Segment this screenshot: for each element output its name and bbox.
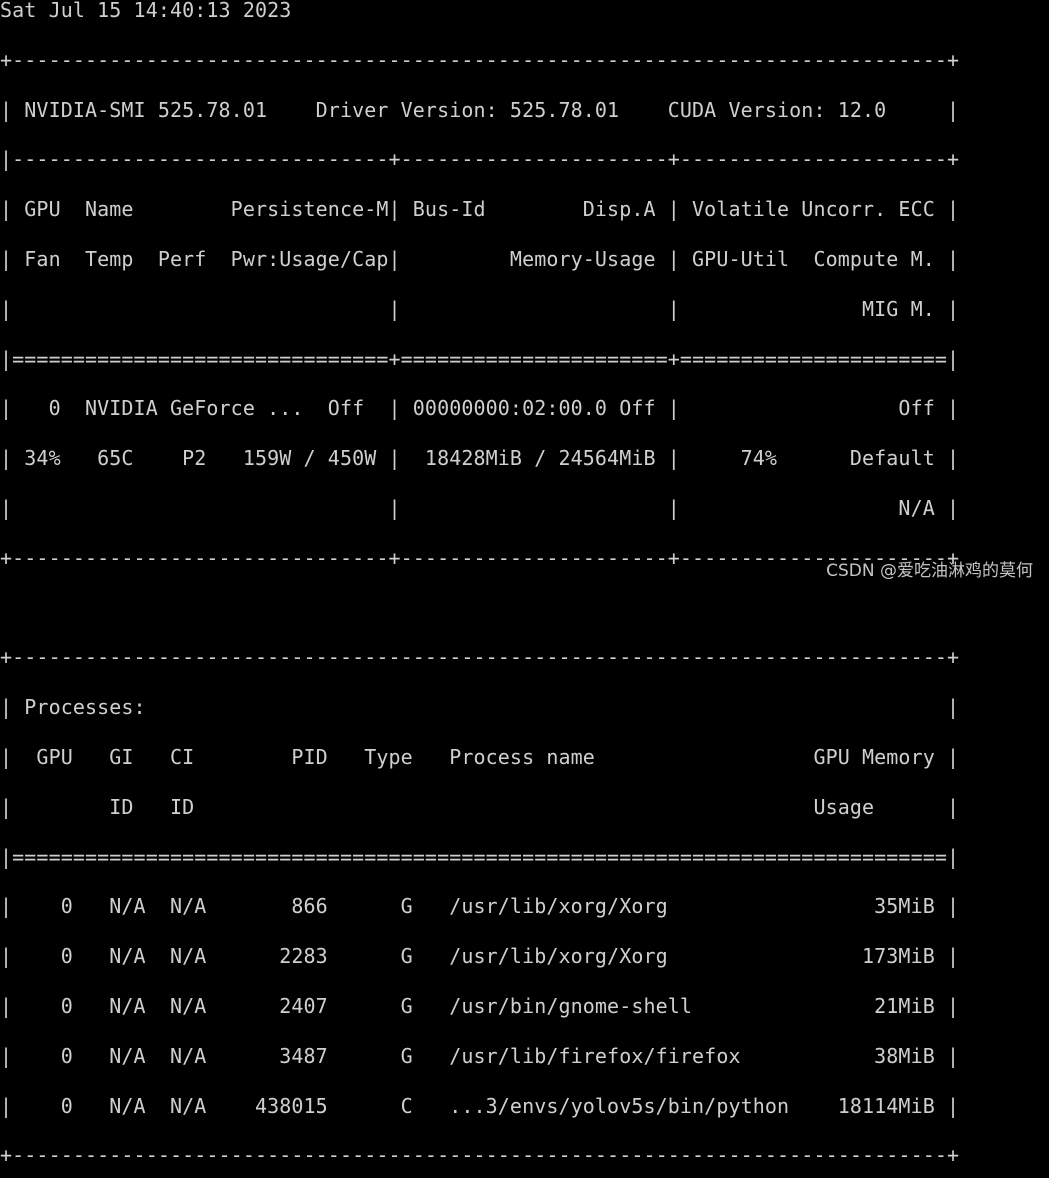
process-row: | 0 N/A N/A 438015 C ...3/envs/yolov5s/b…: [0, 1093, 960, 1118]
gpu-header-row-3: | | | MIG M. |: [0, 296, 960, 321]
gpu-row-3: | | | N/A |: [0, 495, 960, 520]
process-row: | 0 N/A N/A 866 G /usr/lib/xorg/Xorg 35M…: [0, 894, 960, 919]
smi-version-line: | NVIDIA-SMI 525.78.01 Driver Version: 5…: [0, 97, 960, 122]
processes-title: | Processes: |: [0, 695, 960, 720]
process-row: | 0 N/A N/A 2407 G /usr/bin/gnome-shell …: [0, 993, 960, 1018]
gpu-table-border-bottom: +-------------------------------+-------…: [0, 545, 960, 570]
timestamp-line: Sat Jul 15 14:40:13 2023: [0, 0, 292, 22]
table-divider: |-------------------------------+-------…: [0, 147, 960, 172]
gpu-header-row-2: | Fan Temp Perf Pwr:Usage/Cap| Memory-Us…: [0, 246, 960, 271]
processes-border-bottom: +---------------------------------------…: [0, 1143, 960, 1168]
gpu-row-1: | 0 NVIDIA GeForce ... Off | 00000000:02…: [0, 396, 960, 421]
processes-header-row-1: | GPU GI CI PID Type Process name GPU Me…: [0, 744, 960, 769]
gpu-header-separator: |===============================+=======…: [0, 346, 960, 371]
process-row: | 0 N/A N/A 3487 G /usr/lib/firefox/fire…: [0, 1043, 960, 1068]
processes-header-row-2: | ID ID Usage |: [0, 794, 960, 819]
csdn-watermark: CSDN @爱吃油淋鸡的莫何: [826, 561, 1033, 581]
process-row: | 0 N/A N/A 2283 G /usr/lib/xorg/Xorg 17…: [0, 944, 960, 969]
gpu-row-2: | 34% 65C P2 159W / 450W | 18428MiB / 24…: [0, 446, 960, 471]
processes-header-separator: |=======================================…: [0, 844, 960, 869]
terminal-output: Sat Jul 15 14:40:13 2023 +--------------…: [0, 0, 959, 1178]
processes-border-top: +---------------------------------------…: [0, 645, 960, 670]
table-border-top: +---------------------------------------…: [0, 47, 960, 72]
gpu-header-row-1: | GPU Name Persistence-M| Bus-Id Disp.A …: [0, 197, 960, 222]
